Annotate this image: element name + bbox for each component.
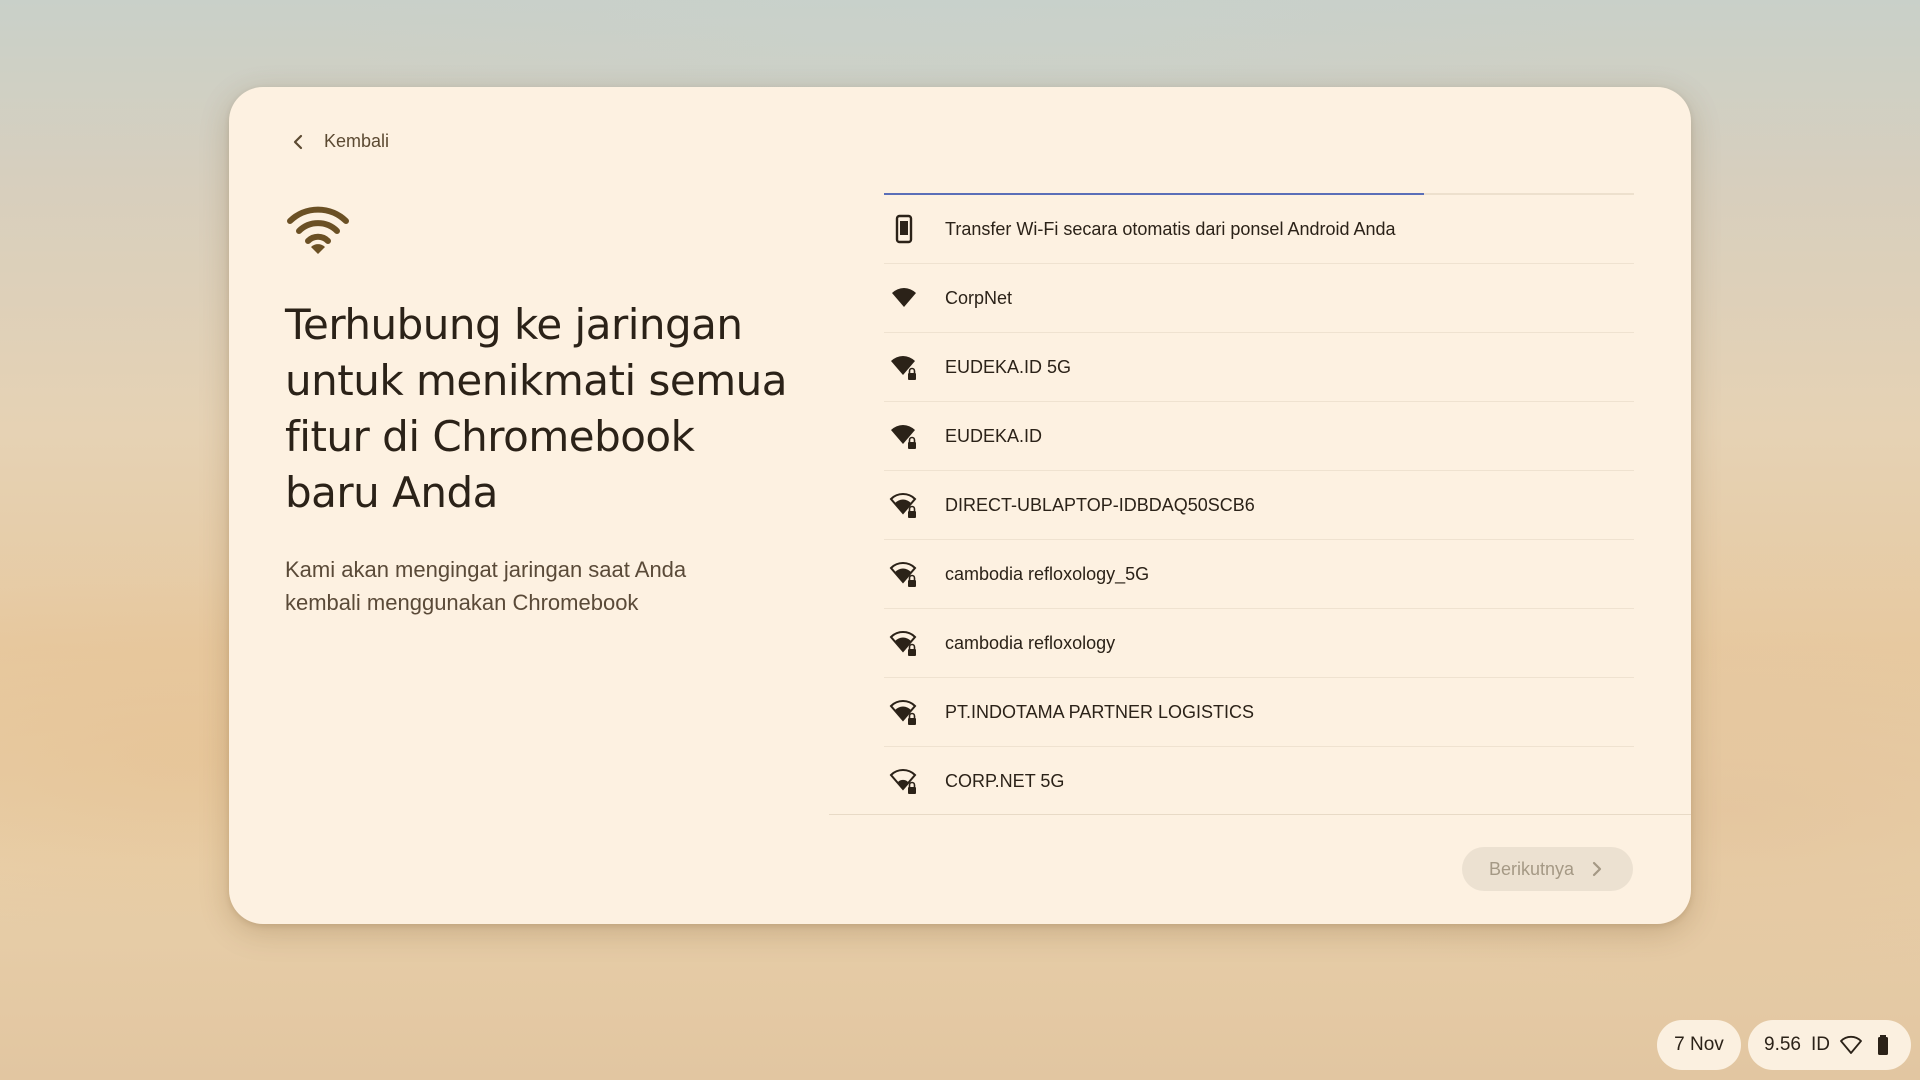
- network-item-corpnet[interactable]: CorpNet: [884, 264, 1634, 333]
- network-item-eudeka[interactable]: EUDEKA.ID: [884, 402, 1634, 471]
- wifi-lock-icon: [889, 559, 919, 589]
- network-label: CORP.NET 5G: [945, 770, 1065, 791]
- page-subtitle: Kami akan mengingat jaringan saat Anda k…: [285, 557, 687, 615]
- next-button[interactable]: Berikutnya: [1462, 847, 1633, 891]
- wifi-lock-icon: [889, 352, 919, 382]
- network-label: EUDEKA.ID 5G: [945, 356, 1072, 377]
- network-item-eudeka-5g[interactable]: EUDEKA.ID 5G: [884, 333, 1634, 402]
- page-title: Terhubung ke jaringan untuk menikmati se…: [285, 300, 788, 517]
- chevron-right-icon: [1592, 861, 1602, 877]
- status-tray[interactable]: 9.56 ID: [1748, 1020, 1911, 1070]
- divider: [829, 814, 1691, 815]
- network-item-direct-ublaptop[interactable]: DIRECT-UBLAPTOP-IDBDAQ50SCB6: [884, 471, 1634, 540]
- network-label: DIRECT-UBLAPTOP-IDBDAQ50SCB6: [945, 494, 1255, 515]
- wifi-icon: [287, 206, 349, 254]
- ime-label: ID: [1810, 1034, 1830, 1055]
- clock-label: 9.56: [1764, 1034, 1801, 1055]
- network-list: Transfer Wi-Fi secara otomatis dari pons…: [884, 195, 1634, 815]
- date-tray[interactable]: 7 Nov: [1657, 1020, 1741, 1070]
- back-label: Kembali: [324, 131, 390, 151]
- network-label: Transfer Wi-Fi secara otomatis dari pons…: [945, 218, 1396, 239]
- network-label: CorpNet: [945, 287, 1013, 308]
- network-label: PT.INDOTAMA PARTNER LOGISTICS: [945, 701, 1255, 722]
- network-item-corp-net-5g[interactable]: CORP.NET 5G: [884, 747, 1634, 815]
- network-label: cambodia refloxology_5G: [945, 563, 1150, 584]
- network-label: cambodia refloxology: [945, 632, 1116, 653]
- date-label: 7 Nov: [1674, 1034, 1724, 1055]
- network-item-cambodia[interactable]: cambodia refloxology: [884, 609, 1634, 678]
- phone-icon: [889, 214, 919, 244]
- back-button[interactable]: Kembali: [284, 125, 393, 158]
- network-item-indotama[interactable]: PT.INDOTAMA PARTNER LOGISTICS: [884, 678, 1634, 747]
- next-label: Berikutnya: [1488, 858, 1575, 879]
- network-selection-dialog: Kembali Terhubung ke jaringan untuk meni…: [229, 87, 1691, 924]
- wifi-icon: [1840, 1035, 1862, 1054]
- chevron-left-icon: [293, 134, 303, 149]
- network-item-android-transfer[interactable]: Transfer Wi-Fi secara otomatis dari pons…: [884, 195, 1634, 264]
- wifi-lock-icon: [889, 697, 919, 727]
- wifi-lock-icon: [889, 766, 919, 796]
- wifi-lock-icon: [889, 628, 919, 658]
- wifi-lock-icon: [889, 490, 919, 520]
- wifi-lock-icon: [889, 421, 919, 451]
- network-label: EUDEKA.ID: [945, 425, 1043, 446]
- battery-icon: [1877, 1035, 1888, 1055]
- wifi-icon: [889, 283, 919, 313]
- network-item-cambodia-5g[interactable]: cambodia refloxology_5G: [884, 540, 1634, 609]
